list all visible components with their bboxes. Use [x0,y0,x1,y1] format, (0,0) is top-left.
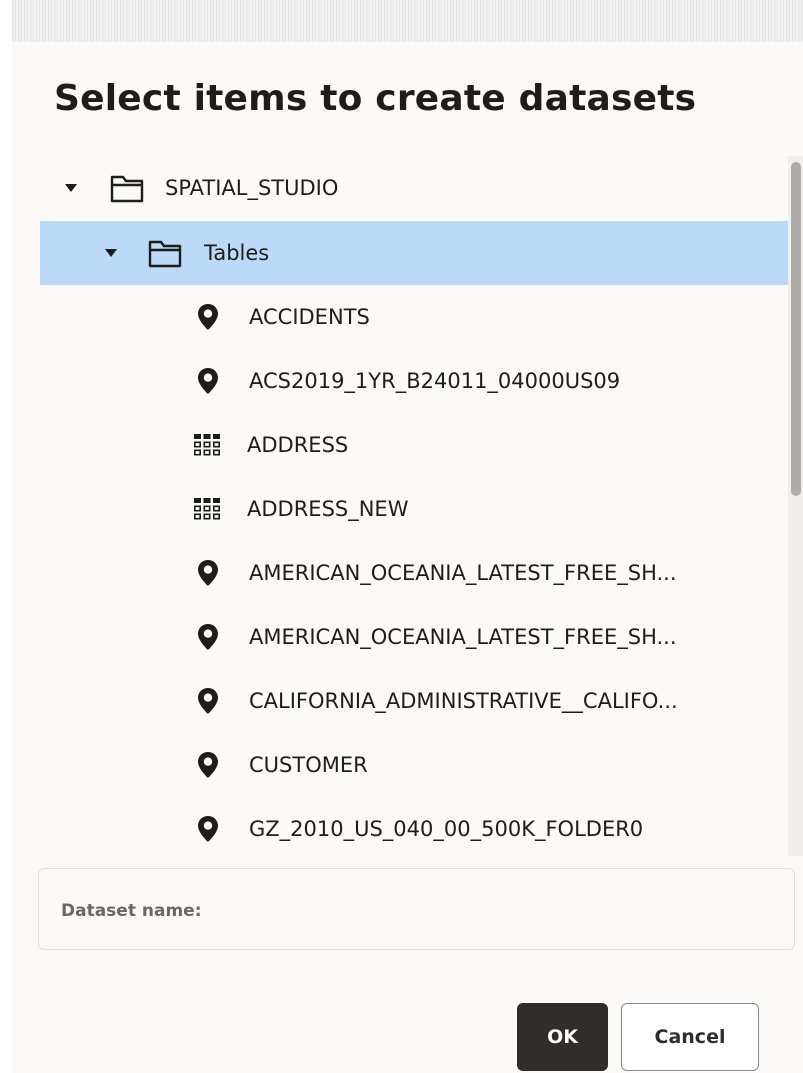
tree-item-gz-2010[interactable]: GZ_2010_US_040_00_500K_FOLDER0 [40,797,788,860]
tree-item-label: AMERICAN_OCEANIA_LATEST_FREE_SH... [249,561,677,585]
tree-item-address[interactable]: ADDRESS [40,413,788,477]
folder-icon [148,238,182,268]
table-grid-icon [192,433,222,457]
tree-node-label: Tables [204,241,270,265]
folder-icon [110,173,144,203]
tree-item-customer[interactable]: CUSTOMER [40,733,788,797]
tree-item-label: ACS2019_1YR_B24011_04000US09 [249,369,621,393]
tree-item-american-oceania-1[interactable]: AMERICAN_OCEANIA_LATEST_FREE_SH... [40,541,788,605]
tree-item-label: ADDRESS_NEW [247,497,409,521]
map-pin-icon [196,303,220,331]
tree-node-label: SPATIAL_STUDIO [165,176,339,200]
map-pin-icon [196,559,220,587]
tree-item-accidents[interactable]: ACCIDENTS [40,285,788,349]
map-pin-icon [196,751,220,779]
tree-item-label: CALIFORNIA_ADMINISTRATIVE__CALIFO... [249,689,678,713]
tree-item-label: ADDRESS [247,433,349,457]
caret-down-icon[interactable] [65,184,77,192]
tree-item-label: CUSTOMER [249,753,368,777]
tree-scrollbar-thumb[interactable] [791,162,801,496]
table-grid-icon [192,497,222,521]
tree-item-label: ACCIDENTS [249,305,370,329]
map-pin-icon [196,623,220,651]
caret-down-icon[interactable] [105,249,117,257]
background-strip [12,0,803,42]
map-pin-icon [196,687,220,715]
dialog-title: Select items to create datasets [54,78,697,119]
tree-item-acs2019[interactable]: ACS2019_1YR_B24011_04000US09 [40,349,788,413]
ok-button[interactable]: OK [517,1003,608,1071]
tree-node-root[interactable]: SPATIAL_STUDIO [40,156,788,220]
tree-item-california[interactable]: CALIFORNIA_ADMINISTRATIVE__CALIFO... [40,669,788,733]
cancel-button[interactable]: Cancel [621,1003,759,1071]
dataset-name-label: Dataset name: [61,901,202,921]
map-pin-icon [196,815,220,843]
tree-node-tables[interactable]: Tables [40,221,788,285]
tree-item-label: GZ_2010_US_040_00_500K_FOLDER0 [249,817,644,841]
dataset-tree: SPATIAL_STUDIO Tables ACCIDENTS ACS2019_… [40,156,788,860]
dataset-name-field[interactable]: Dataset name: [38,868,795,950]
tree-item-american-oceania-2[interactable]: AMERICAN_OCEANIA_LATEST_FREE_SH... [40,605,788,669]
tree-item-address-new[interactable]: ADDRESS_NEW [40,477,788,541]
map-pin-icon [196,367,220,395]
tree-item-label: AMERICAN_OCEANIA_LATEST_FREE_SH... [249,625,677,649]
